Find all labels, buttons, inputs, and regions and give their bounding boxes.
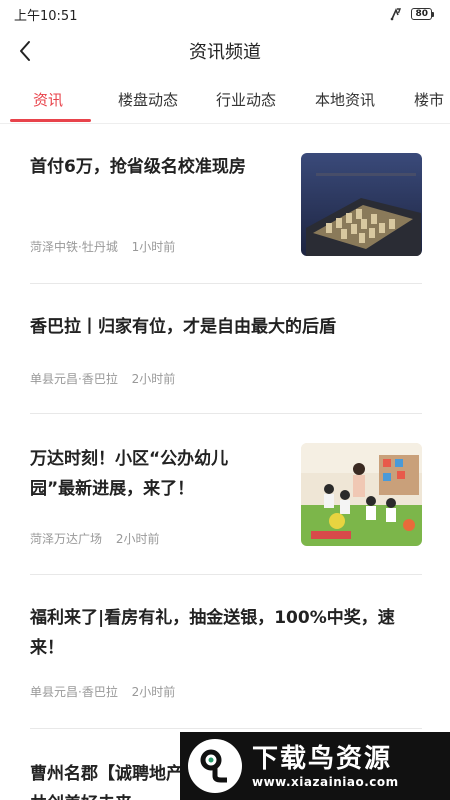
page-title: 资讯频道: [189, 42, 261, 63]
news-source: 单县元昌·香巴拉: [30, 372, 118, 386]
status-time: 上午10:51: [14, 8, 78, 24]
tab-local-news[interactable]: 本地资讯: [315, 80, 375, 122]
active-tab-indicator: [10, 119, 91, 122]
news-title: 万达时刻！小区“公办幼儿 园”最新进展，来了！: [30, 444, 290, 504]
bird-logo-icon: [188, 739, 242, 793]
news-item[interactable]: 福利来了|看房有礼，抽金送银，100%中奖，速 来！ 单县元昌·香巴拉 2小时前: [30, 575, 422, 729]
news-title: 香巴拉丨归家有位，才是自由最大的后盾: [30, 312, 422, 342]
news-title-line: 园”最新进展，来了！: [30, 479, 195, 499]
news-title: 福利来了|看房有礼，抽金送银，100%中奖，速 来！: [30, 603, 422, 663]
status-bar: 上午10:51 80: [0, 0, 450, 28]
kindergarten-classroom-image: [301, 443, 422, 546]
bird-icon: [200, 749, 227, 783]
news-title-line: 来！: [30, 638, 64, 658]
aerial-residential-complex-image: [301, 153, 422, 256]
news-meta: 单县元昌·香巴拉 2小时前: [30, 683, 185, 700]
tab-bar: 资讯 楼盘动态 行业动态 本地资讯 楼市: [0, 80, 450, 124]
news-time: 1小时前: [131, 240, 176, 254]
news-meta: 菏泽万达广场 2小时前: [30, 530, 169, 547]
news-source: 菏泽万达广场: [30, 532, 103, 546]
news-meta: 单县元昌·香巴拉 2小时前: [30, 370, 185, 387]
tab-industry-updates[interactable]: 行业动态: [216, 80, 276, 122]
battery-icon: 80: [411, 8, 434, 20]
news-title-line: 万达时刻！小区“公办幼儿: [30, 449, 229, 469]
tab-property-updates[interactable]: 楼盘动态: [118, 80, 178, 122]
news-item[interactable]: 香巴拉丨归家有位，才是自由最大的后盾 单县元昌·香巴拉 2小时前: [30, 284, 422, 414]
news-time: 2小时前: [131, 372, 176, 386]
news-time: 2小时前: [115, 532, 160, 546]
tab-news[interactable]: 资讯: [33, 80, 63, 122]
news-thumbnail: [301, 443, 422, 546]
news-thumbnail: [301, 153, 422, 256]
news-title-line: 首付6万，抢省级名校准现房: [30, 157, 246, 177]
data-signal-icon: [391, 7, 402, 21]
news-time: 2小时前: [131, 685, 176, 699]
news-item[interactable]: 万达时刻！小区“公办幼儿 园”最新进展，来了！ 菏泽万达广场 2小时前: [30, 414, 422, 575]
news-title: 首付6万，抢省级名校准现房: [30, 152, 290, 182]
news-meta: 菏泽中铁·牡丹城 1小时前: [30, 238, 185, 255]
news-title-line: 福利来了|看房有礼，抽金送银，100%中奖，速: [30, 608, 395, 628]
news-source: 菏泽中铁·牡丹城: [30, 240, 118, 254]
watermark-banner: 下载鸟资源 www.xiazainiao.com: [180, 732, 450, 800]
news-title-line: 香巴拉丨归家有位，才是自由最大的后盾: [30, 317, 336, 337]
news-source: 单县元昌·香巴拉: [30, 685, 118, 699]
watermark-url: www.xiazainiao.com: [252, 775, 399, 789]
news-item[interactable]: 首付6万，抢省级名校准现房 菏泽中铁·牡丹城 1小时前: [30, 124, 422, 284]
nav-bar: 资讯频道: [0, 28, 450, 74]
watermark-title: 下载鸟资源: [252, 744, 393, 774]
back-button[interactable]: [12, 38, 38, 64]
status-icons: 80: [389, 7, 434, 21]
battery-level: 80: [411, 8, 432, 20]
chevron-left-icon: [20, 41, 30, 61]
tab-market[interactable]: 楼市: [414, 80, 444, 122]
watermark-text: 下载鸟资源 www.xiazainiao.com: [252, 743, 399, 789]
